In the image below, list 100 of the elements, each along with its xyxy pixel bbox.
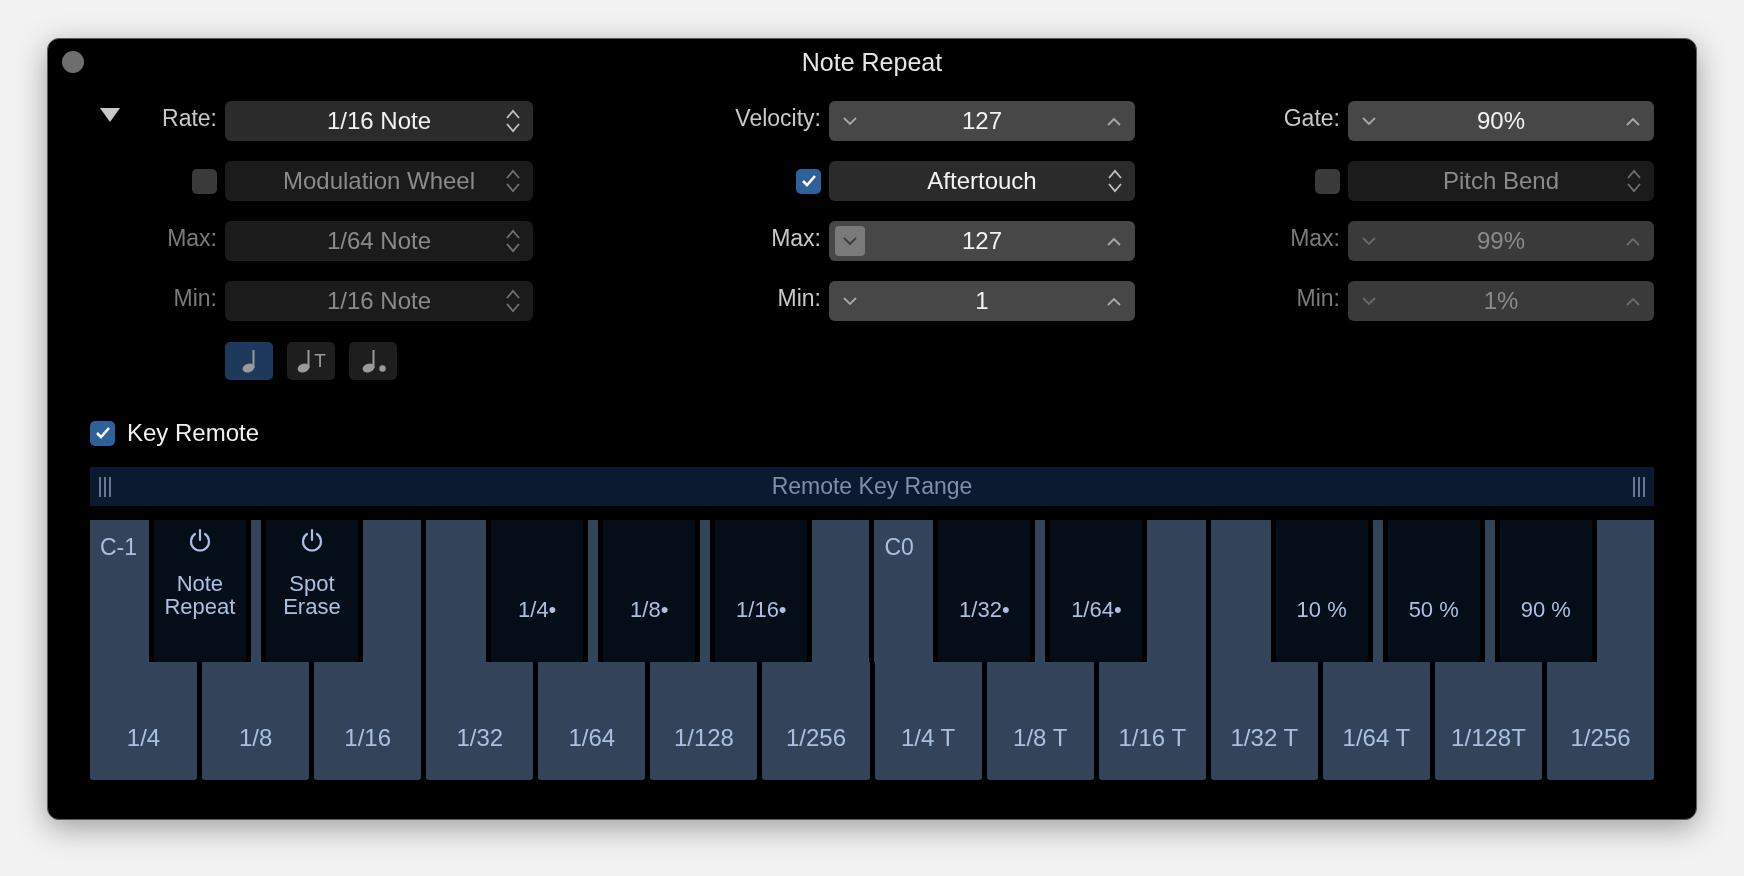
note-icon [296, 349, 313, 373]
piano-key[interactable]: 1/4 [90, 662, 198, 780]
piano-key[interactable]: 1/8 T [986, 662, 1094, 780]
piano-key-top[interactable] [1484, 520, 1495, 662]
key-label: 50 % [1408, 598, 1459, 622]
checkbox-label: Key Remote [127, 419, 260, 447]
up-down-chevrons-icon [505, 288, 521, 314]
sharp-key[interactable]: 1/16• [715, 520, 808, 662]
piano-key[interactable]: 1/64 [538, 662, 646, 780]
power-icon [187, 528, 212, 554]
popup-menu[interactable]: 1/64 Note [225, 221, 533, 261]
sharp-key[interactable]: 10 % [1275, 520, 1368, 662]
checkbox[interactable] [192, 168, 217, 194]
grip-handle-icon[interactable] [98, 475, 112, 498]
piano-key-top[interactable] [1372, 520, 1383, 662]
source-popup-menu[interactable]: Pitch Bend [1348, 161, 1654, 201]
popup-menu[interactable]: 1/16 Note [225, 281, 533, 321]
key-label: 1/32 [456, 724, 504, 752]
window-title: Note Repeat [801, 47, 943, 77]
checkbox[interactable] [796, 168, 821, 194]
sharp-key[interactable]: 1/64• [1050, 520, 1143, 662]
piano-key[interactable]: 1/8 [202, 662, 310, 780]
octave-label: C-1 [100, 534, 138, 560]
sharp-key[interactable]: 90 % [1499, 520, 1592, 662]
piano-key[interactable]: 1/128 [650, 662, 758, 780]
field-label: Min: [1296, 284, 1340, 312]
disclosure-triangle-icon[interactable] [99, 107, 121, 123]
key-label: Note Repeat [163, 572, 237, 619]
note-value-button[interactable] [349, 342, 397, 380]
power-icon [299, 528, 324, 554]
piano-key-top[interactable] [700, 520, 711, 662]
stepper-field[interactable]: 90% [1348, 101, 1654, 141]
piano-key[interactable]: 1/16 T [1098, 662, 1206, 780]
checkbox[interactable] [1315, 168, 1340, 194]
field-label: Max: [167, 224, 217, 252]
grip-handle-icon[interactable] [1632, 475, 1646, 498]
note-value-button[interactable] [225, 342, 273, 380]
key-label: Spot Erase [282, 572, 342, 619]
stepper-field[interactable]: 1% [1348, 281, 1654, 321]
key-label: 1/256 [1570, 724, 1631, 752]
stepper-field[interactable]: 1 [829, 281, 1135, 321]
note-icon [360, 349, 377, 373]
sharp-key[interactable]: Spot Erase [265, 520, 358, 662]
close-button[interactable] [62, 51, 84, 73]
key-label: 90 % [1520, 598, 1571, 622]
chevron-up-icon [1626, 296, 1640, 306]
key-label: 1/64 [568, 724, 616, 752]
piano-key[interactable]: 1/32 [426, 662, 534, 780]
stepper-field[interactable]: 127 [829, 101, 1135, 141]
stepper-field[interactable]: 99% [1348, 221, 1654, 261]
chevron-up-icon [1107, 236, 1121, 246]
piano-key[interactable]: 1/32 T [1210, 662, 1318, 780]
field-label: Min: [777, 284, 821, 312]
chevron-down-icon [843, 236, 857, 246]
field-label: Max: [1290, 224, 1340, 252]
key-label: 1/16 [344, 724, 392, 752]
piano-key-top[interactable] [1035, 520, 1046, 662]
checkmark-icon [800, 174, 817, 188]
sharp-key[interactable]: 1/4• [491, 520, 584, 662]
piano-key-top[interactable] [362, 520, 422, 662]
decrement-button[interactable] [835, 226, 865, 256]
key-label: 1/16 T [1118, 724, 1187, 752]
up-down-chevrons-icon [1107, 168, 1123, 194]
popup-menu[interactable]: 1/16 Note [225, 101, 533, 141]
piano-key[interactable]: 1/4 T [874, 662, 982, 780]
chevron-up-icon [1626, 116, 1640, 126]
field-label: Max: [771, 224, 821, 252]
key-label: 1/32 T [1230, 724, 1299, 752]
sharp-key[interactable]: 1/32• [938, 520, 1031, 662]
checkmark-icon [94, 426, 111, 440]
piano-key-top[interactable] [588, 520, 599, 662]
key-label: 1/4 [126, 724, 161, 752]
checkbox[interactable] [90, 420, 115, 446]
sharp-key[interactable]: Note Repeat [153, 520, 246, 662]
key-label: 1/64• [1071, 598, 1122, 622]
sharp-key[interactable]: 50 % [1387, 520, 1480, 662]
stepper-field[interactable]: 127 [829, 221, 1135, 261]
key-label: 1/4• [518, 598, 557, 622]
key-label: 1/256 [785, 724, 847, 752]
piano-key-top[interactable]: C0 [874, 520, 934, 662]
key-range-bar[interactable]: Remote Key Range [90, 467, 1654, 506]
sharp-key[interactable]: 1/8• [603, 520, 696, 662]
piano-key[interactable]: 1/128T [1434, 662, 1542, 780]
piano-key[interactable]: 1/16 [314, 662, 422, 780]
piano-key[interactable]: 1/64 T [1322, 662, 1430, 780]
source-popup-menu[interactable]: Aftertouch [829, 161, 1135, 201]
key-label: 1/4 T [900, 724, 956, 752]
piano-key-top[interactable]: C-1 [90, 520, 149, 662]
piano-key-top[interactable] [250, 520, 261, 662]
field-label: Gate: [1283, 104, 1340, 132]
note-value-button[interactable]: T [287, 342, 335, 380]
key-label: 1/128T [1451, 724, 1526, 752]
note-icon [241, 349, 257, 373]
key-label: 1/32• [959, 598, 1010, 622]
piano-key[interactable]: 1/256 [762, 662, 870, 780]
piano-key[interactable]: 1/256 [1547, 662, 1655, 780]
source-popup-menu[interactable]: Modulation Wheel [225, 161, 533, 201]
chevron-down-icon [1362, 116, 1376, 126]
dot-icon [378, 364, 386, 372]
range-label: Remote Key Range [771, 473, 973, 500]
